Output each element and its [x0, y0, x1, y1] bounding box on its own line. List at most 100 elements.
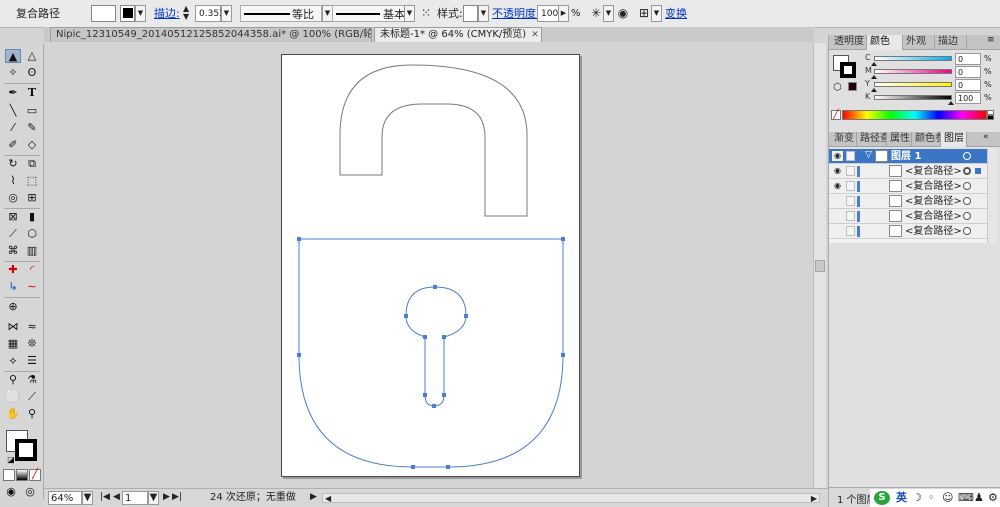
- tab-layers[interactable]: 图层: [941, 132, 967, 147]
- target-icon[interactable]: [963, 227, 971, 235]
- color-mode-icon[interactable]: [3, 469, 15, 481]
- user-icon[interactable]: ♟: [974, 491, 984, 505]
- target-icon[interactable]: [963, 182, 971, 190]
- convert-anchor-point-icon[interactable]: ◜: [24, 263, 40, 277]
- draw-mode-icon[interactable]: ◉: [3, 485, 19, 499]
- default-colors-icon[interactable]: ◪: [3, 453, 19, 467]
- layer-item-row[interactable]: ◉ <复合路径>: [829, 164, 997, 179]
- lock-toggle[interactable]: [846, 181, 855, 191]
- none-color-icon[interactable]: ╱: [831, 110, 841, 120]
- shape-builder-tool-icon[interactable]: ◎: [5, 191, 21, 205]
- k-slider[interactable]: [874, 95, 952, 100]
- type-tool-icon[interactable]: T: [24, 86, 40, 100]
- column-graph-tool-icon[interactable]: ▥: [24, 244, 40, 258]
- opacity-dropdown[interactable]: ▶: [558, 5, 569, 22]
- y-slider-knob[interactable]: [871, 88, 877, 92]
- document-tab-nipic[interactable]: Nipic_12310549_20140512125852044358.ai* …: [50, 27, 372, 42]
- tab-close-icon[interactable]: ✕: [531, 28, 539, 42]
- eyedropper-measure-icon[interactable]: ⚲: [5, 373, 21, 387]
- screen-mode-icon[interactable]: ◎: [22, 485, 38, 499]
- y-value-input[interactable]: 0: [955, 79, 981, 91]
- scale-tool-icon[interactable]: ⧉: [24, 157, 40, 171]
- wave-tool-icon[interactable]: ≈: [24, 320, 40, 334]
- tab-pathfinder[interactable]: 路径查: [857, 132, 887, 147]
- smooth-tool-icon[interactable]: ∼: [24, 280, 40, 294]
- width-tool-icon[interactable]: ⌇: [5, 174, 21, 188]
- direct-select-path-icon[interactable]: ↳: [5, 280, 21, 294]
- none-mode-icon[interactable]: ╱: [29, 469, 41, 481]
- selection-tool-icon[interactable]: ▲: [5, 49, 21, 63]
- knife-tool-icon[interactable]: ⟋: [24, 390, 40, 404]
- recolor-artwork-icon[interactable]: ✳: [588, 5, 604, 22]
- layer-item-row[interactable]: <复合路径>: [829, 194, 997, 209]
- lock-artwork[interactable]: [282, 55, 581, 478]
- mesh-tool-icon[interactable]: ⊠: [5, 210, 21, 224]
- slice-tool-icon[interactable]: ⟡: [5, 354, 21, 368]
- rotate-tool-icon[interactable]: ↻: [5, 157, 21, 171]
- stroke-weight-spinner[interactable]: ▲ ▼: [183, 5, 193, 22]
- item-name[interactable]: <复合路径>: [905, 180, 962, 193]
- color-panel-stroke-box[interactable]: [840, 62, 856, 78]
- stroke-panel-link[interactable]: 描边:: [154, 5, 180, 22]
- visibility-eye-icon[interactable]: ◉: [832, 166, 843, 176]
- artboard-dropdown[interactable]: ▼: [148, 491, 159, 505]
- scroll-right-icon[interactable]: ▶: [811, 492, 817, 505]
- prev-artboard-icon[interactable]: ◀: [113, 491, 120, 505]
- lock-toggle[interactable]: [846, 211, 855, 221]
- sogou-logo-icon[interactable]: S: [874, 491, 890, 505]
- punctuation-icon[interactable]: ◦: [928, 491, 935, 505]
- visibility-eye-icon[interactable]: ◉: [832, 151, 843, 161]
- line-tool-icon[interactable]: ╲: [5, 104, 21, 118]
- anchor-points[interactable]: [297, 237, 565, 469]
- layer-item-row[interactable]: <复合路径>: [829, 224, 997, 239]
- lock-shackle-outline[interactable]: [339, 64, 528, 217]
- zoom-field[interactable]: 64%: [48, 491, 82, 505]
- tab-attributes[interactable]: 属性: [887, 132, 912, 147]
- crosshair-tool-icon[interactable]: ⊕: [5, 300, 21, 314]
- visibility-eye-icon[interactable]: [832, 226, 843, 236]
- align-dropdown[interactable]: ▼: [651, 5, 662, 22]
- recolor-dropdown[interactable]: ▼: [603, 5, 614, 22]
- vertical-scroll-thumb[interactable]: [815, 260, 825, 272]
- gradient-mode-icon[interactable]: [16, 469, 28, 481]
- tab-transparency[interactable]: 透明度: [831, 35, 867, 50]
- blob-brush-tool-icon[interactable]: ✐: [5, 138, 21, 152]
- symbol-sprayer-tool-icon[interactable]: ⌘: [5, 244, 21, 258]
- layer-item-row[interactable]: ◉ <复合路径>: [829, 179, 997, 194]
- add-anchor-point-icon[interactable]: ✚: [5, 263, 21, 277]
- tab-appearance[interactable]: 外观: [903, 35, 935, 50]
- selection-indicator[interactable]: [975, 168, 981, 174]
- visibility-eye-icon[interactable]: [832, 211, 843, 221]
- eraser-tool-icon[interactable]: ◇: [24, 138, 40, 152]
- scroll-left-icon[interactable]: ◀: [325, 492, 331, 505]
- pen-tool-icon[interactable]: ✒: [5, 86, 21, 100]
- zoom-tool-icon[interactable]: ⚲: [24, 407, 40, 421]
- horizontal-scrollbar[interactable]: ◀ ▶: [322, 493, 820, 503]
- moon-icon[interactable]: ☽: [912, 491, 922, 505]
- visibility-eye-icon[interactable]: [832, 196, 843, 206]
- free-transform-tool-icon[interactable]: ⬚: [24, 174, 40, 188]
- out-of-gamut-icon[interactable]: ⬡: [833, 82, 842, 93]
- c-slider[interactable]: [874, 56, 952, 61]
- black-swatch[interactable]: [987, 115, 994, 120]
- k-slider-knob[interactable]: [948, 101, 954, 105]
- align-icon[interactable]: ⊞: [636, 5, 652, 22]
- fill-swatch[interactable]: [91, 5, 116, 22]
- blend-tool-icon[interactable]: ⬡: [24, 227, 40, 241]
- visibility-eye-icon[interactable]: ◉: [832, 181, 843, 191]
- brush-definition[interactable]: 基本: [332, 5, 412, 22]
- canvas-area[interactable]: [45, 43, 813, 488]
- vertical-scrollbar[interactable]: [813, 43, 826, 488]
- brush-dropdown[interactable]: ▼: [404, 5, 415, 22]
- eyedropper-tool-icon[interactable]: ⟋: [5, 227, 21, 241]
- ime-language[interactable]: 英: [896, 491, 907, 505]
- stroke-swatch-dropdown[interactable]: ▼: [135, 5, 146, 22]
- lock-toggle[interactable]: [846, 151, 855, 161]
- status-menu-icon[interactable]: ▶: [310, 491, 317, 505]
- symbol-icon[interactable]: ⁙: [418, 5, 434, 22]
- document-tab-untitled[interactable]: 未标题-1* @ 64% (CMYK/预览) ✕: [374, 27, 542, 42]
- perspective-grid-tool-icon[interactable]: ⊞: [24, 191, 40, 205]
- expand-triangle-icon[interactable]: ▽: [865, 150, 872, 160]
- rectangle-tool-icon[interactable]: ▭: [24, 104, 40, 118]
- m-value-input[interactable]: 0: [955, 66, 981, 78]
